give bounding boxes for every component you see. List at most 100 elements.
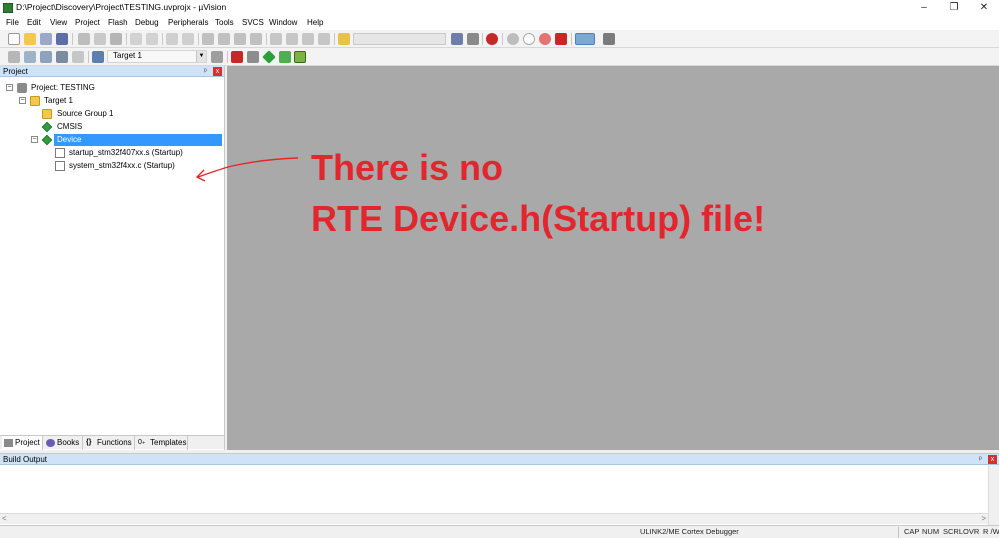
scroll-right-icon[interactable]: >: [981, 514, 986, 523]
unindent-icon[interactable]: [286, 33, 298, 45]
menu-project[interactable]: Project: [75, 18, 100, 27]
collapse-icon[interactable]: −: [19, 97, 26, 104]
file-extensions-icon[interactable]: [231, 51, 243, 63]
nav-forward-icon[interactable]: [182, 33, 194, 45]
chevron-down-icon[interactable]: ▼: [196, 51, 206, 62]
enable-breakpoint-icon[interactable]: [523, 33, 535, 45]
paste-icon[interactable]: [110, 33, 122, 45]
tab-templates[interactable]: 0₊ Templates: [136, 436, 188, 450]
manage-project-items-icon[interactable]: [247, 51, 259, 63]
build-toolbar: ▼ Target 1: [0, 48, 999, 66]
target-select-value: Target 1: [113, 51, 142, 60]
redo-icon[interactable]: [146, 33, 158, 45]
find-icon[interactable]: [451, 33, 463, 45]
bookmark-icon[interactable]: [202, 33, 214, 45]
undo-icon[interactable]: [130, 33, 142, 45]
tab-books[interactable]: Books: [44, 436, 83, 450]
new-file-icon[interactable]: [8, 33, 20, 45]
save-all-icon[interactable]: [56, 33, 68, 45]
options-for-target-icon[interactable]: [211, 51, 223, 63]
minimize-button[interactable]: –: [909, 0, 939, 15]
scroll-lock-indicator: SCRL: [943, 527, 964, 536]
tab-functions[interactable]: {} Functions: [84, 436, 135, 450]
annotation-line-1: There is no: [311, 147, 504, 188]
templates-tab-icon: 0₊: [138, 439, 146, 446]
prev-bookmark-icon[interactable]: [218, 33, 230, 45]
window-layout-icon[interactable]: [575, 33, 595, 45]
kill-breakpoints-icon[interactable]: [555, 33, 567, 45]
menu-edit[interactable]: Edit: [27, 18, 41, 27]
project-icon: [17, 83, 27, 93]
batch-build-icon[interactable]: [56, 51, 68, 63]
disable-breakpoints-icon[interactable]: [539, 33, 551, 45]
toolbar-separator: [571, 33, 572, 45]
stop-build-icon[interactable]: [72, 51, 84, 63]
manage-rte-icon[interactable]: [262, 50, 276, 64]
tree-item-source-group[interactable]: Source Group 1: [0, 108, 224, 120]
close-panel-icon[interactable]: x: [213, 67, 222, 76]
pin-icon[interactable]: ᵖ: [201, 67, 210, 76]
menu-window[interactable]: Window: [269, 18, 297, 27]
file-icon: [55, 148, 65, 158]
project-panel-header: Project ᵖ x: [0, 66, 224, 77]
tree-item-cmsis[interactable]: CMSIS: [0, 121, 224, 133]
menu-svcs[interactable]: SVCS: [242, 18, 264, 27]
next-bookmark-icon[interactable]: [234, 33, 246, 45]
save-icon[interactable]: [40, 33, 52, 45]
copy-icon[interactable]: [94, 33, 106, 45]
build-output-text[interactable]: [0, 465, 988, 513]
caps-lock-indicator: CAP: [904, 527, 920, 536]
tab-label: Project: [15, 438, 40, 447]
pack-installer-icon[interactable]: [294, 51, 306, 63]
menu-view[interactable]: View: [50, 18, 67, 27]
status-bar: ULINK2/ME Cortex Debugger CAP NUM SCRL O…: [0, 525, 999, 538]
cut-icon[interactable]: [78, 33, 90, 45]
menu-debug[interactable]: Debug: [135, 18, 159, 27]
pin-icon[interactable]: ᵖ: [976, 455, 985, 464]
menu-flash[interactable]: Flash: [108, 18, 128, 27]
scroll-left-icon[interactable]: <: [2, 514, 7, 523]
collapse-icon[interactable]: −: [31, 136, 38, 143]
toolbar-separator: [502, 33, 503, 45]
menu-peripherals[interactable]: Peripherals: [168, 18, 208, 27]
tree-item-label: CMSIS: [57, 122, 83, 131]
configure-icon[interactable]: [603, 33, 615, 45]
rebuild-icon[interactable]: [40, 51, 52, 63]
tree-item-device[interactable]: − Device: [0, 134, 224, 146]
annotation-arrow: [195, 157, 299, 182]
clear-bookmarks-icon[interactable]: [250, 33, 262, 45]
menu-help[interactable]: Help: [307, 18, 323, 27]
project-tree: − Project: TESTING − Target 1 Source Gro…: [0, 78, 224, 433]
tab-project[interactable]: Project: [2, 436, 43, 450]
toolbar-separator: [266, 33, 267, 45]
nav-back-icon[interactable]: [166, 33, 178, 45]
build-output-title: Build Output: [3, 455, 48, 464]
comment-icon[interactable]: [302, 33, 314, 45]
close-window-button[interactable]: ✕: [969, 0, 999, 15]
uncomment-icon[interactable]: [318, 33, 330, 45]
project-panel-tabs: Project Books {} Functions 0₊ Templates: [0, 435, 224, 450]
incremental-find-icon[interactable]: [467, 33, 479, 45]
menu-file[interactable]: File: [6, 18, 19, 27]
indent-icon[interactable]: [270, 33, 282, 45]
select-packs-icon[interactable]: [279, 51, 291, 63]
vertical-scrollbar[interactable]: [988, 465, 999, 525]
overwrite-indicator: OVR: [963, 527, 980, 536]
collapse-icon[interactable]: −: [6, 84, 13, 91]
annotation-arrow-line: [197, 157, 299, 178]
tree-item-project[interactable]: − Project: TESTING: [0, 82, 224, 94]
tree-item-label: Source Group 1: [57, 109, 114, 118]
download-icon[interactable]: [92, 51, 104, 63]
debug-session-icon[interactable]: [486, 33, 498, 45]
horizontal-scrollbar[interactable]: < >: [0, 513, 988, 524]
find-in-files-icon[interactable]: [338, 33, 350, 45]
find-combobox[interactable]: [353, 33, 446, 45]
maximize-button[interactable]: ❐: [939, 0, 969, 15]
translate-icon[interactable]: [8, 51, 20, 63]
open-folder-icon[interactable]: [24, 33, 36, 45]
insert-breakpoint-icon[interactable]: [507, 33, 519, 45]
close-panel-icon[interactable]: x: [988, 455, 997, 464]
tree-item-target[interactable]: − Target 1: [0, 95, 224, 107]
menu-tools[interactable]: Tools: [215, 18, 234, 27]
build-icon[interactable]: [24, 51, 36, 63]
